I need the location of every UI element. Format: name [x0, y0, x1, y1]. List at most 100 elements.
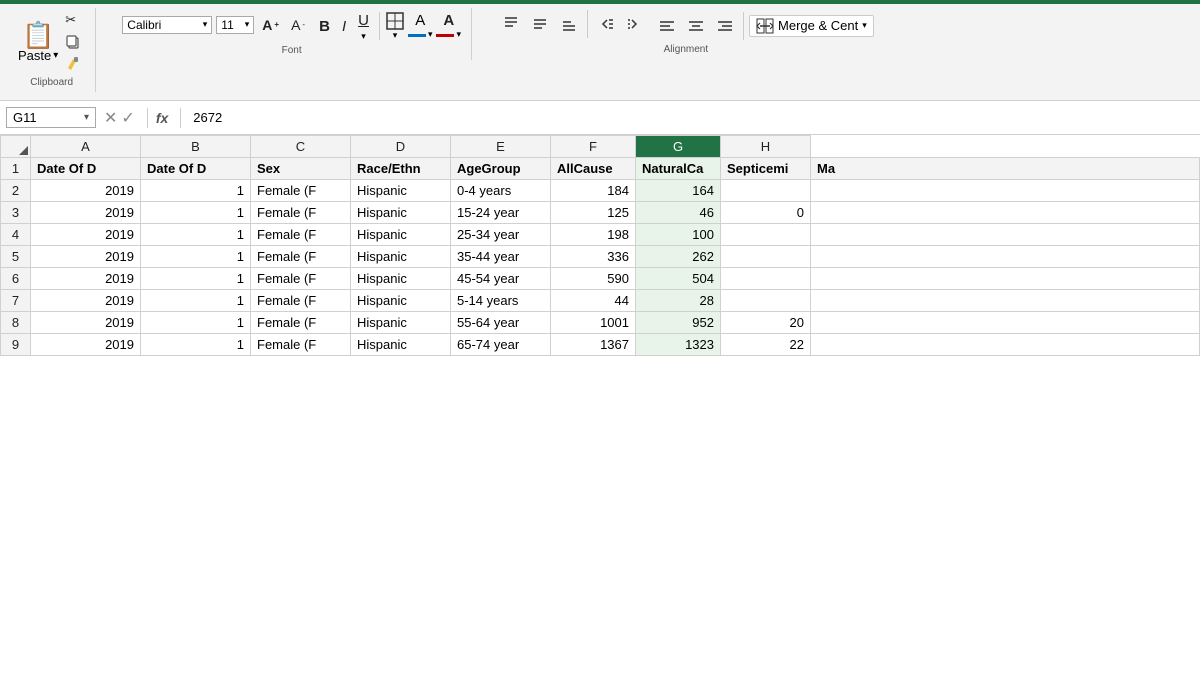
row-header-9[interactable]: 9: [1, 334, 31, 356]
row-header-2[interactable]: 2: [1, 180, 31, 202]
cell-E9[interactable]: 65-74 year: [451, 334, 551, 356]
col-header-B[interactable]: B: [141, 136, 251, 158]
align-bottom-button[interactable]: [556, 10, 582, 38]
cell-F5[interactable]: 336: [551, 246, 636, 268]
cell-H1[interactable]: Septicemi: [721, 158, 811, 180]
cell-G9[interactable]: 1323: [636, 334, 721, 356]
cell-A5[interactable]: 2019: [31, 246, 141, 268]
cell-G2[interactable]: 164: [636, 180, 721, 202]
cell-B4[interactable]: 1: [141, 224, 251, 246]
cell-D1[interactable]: Race/Ethn: [351, 158, 451, 180]
align-top-left-button[interactable]: [498, 10, 524, 38]
cell-F6[interactable]: 590: [551, 268, 636, 290]
cell-H6[interactable]: [721, 268, 811, 290]
cell-C4[interactable]: Female (F: [251, 224, 351, 246]
row-header-6[interactable]: 6: [1, 268, 31, 290]
cell-undefined8[interactable]: [811, 312, 1200, 334]
paste-dropdown-icon[interactable]: ▾: [53, 50, 58, 61]
col-header-H[interactable]: H: [721, 136, 811, 158]
underline-dropdown[interactable]: ▾: [361, 31, 366, 42]
cell-D5[interactable]: Hispanic: [351, 246, 451, 268]
cut-button[interactable]: ✂: [61, 10, 85, 30]
cell-C6[interactable]: Female (F: [251, 268, 351, 290]
cell-E6[interactable]: 45-54 year: [451, 268, 551, 290]
cell-D2[interactable]: Hispanic: [351, 180, 451, 202]
row-header-8[interactable]: 8: [1, 312, 31, 334]
align-left-button[interactable]: [654, 15, 680, 37]
italic-button[interactable]: I: [338, 16, 350, 37]
increase-font-button[interactable]: A+: [258, 15, 283, 35]
cell-A2[interactable]: 2019: [31, 180, 141, 202]
cell-C7[interactable]: Female (F: [251, 290, 351, 312]
copy-button[interactable]: [61, 32, 85, 52]
font-color-dropdown[interactable]: ▾: [456, 29, 461, 40]
cell-B9[interactable]: 1: [141, 334, 251, 356]
cell-F1[interactable]: AllCause: [551, 158, 636, 180]
cell-G7[interactable]: 28: [636, 290, 721, 312]
cell-D9[interactable]: Hispanic: [351, 334, 451, 356]
cell-F8[interactable]: 1001: [551, 312, 636, 334]
cell-reference-box[interactable]: G11 ▾: [6, 107, 96, 128]
cell-undefined5[interactable]: [811, 246, 1200, 268]
cell-undefined1[interactable]: Ma: [811, 158, 1200, 180]
cell-H9[interactable]: 22: [721, 334, 811, 356]
paste-button[interactable]: 📋 Paste ▾: [18, 22, 58, 63]
cell-E4[interactable]: 25-34 year: [451, 224, 551, 246]
formula-input[interactable]: [189, 108, 1194, 127]
cell-B6[interactable]: 1: [141, 268, 251, 290]
merge-dropdown[interactable]: ▾: [862, 20, 867, 31]
borders-button[interactable]: ▾: [386, 12, 404, 41]
cell-undefined3[interactable]: [811, 202, 1200, 224]
cell-H8[interactable]: 20: [721, 312, 811, 334]
cell-D3[interactable]: Hispanic: [351, 202, 451, 224]
cell-A6[interactable]: 2019: [31, 268, 141, 290]
col-header-G[interactable]: G: [636, 136, 721, 158]
cell-B8[interactable]: 1: [141, 312, 251, 334]
cell-G3[interactable]: 46: [636, 202, 721, 224]
cell-C9[interactable]: Female (F: [251, 334, 351, 356]
cell-D7[interactable]: Hispanic: [351, 290, 451, 312]
row-header-7[interactable]: 7: [1, 290, 31, 312]
confirm-icon[interactable]: ✓: [121, 108, 134, 128]
cell-D4[interactable]: Hispanic: [351, 224, 451, 246]
cell-H3[interactable]: 0: [721, 202, 811, 224]
cell-F3[interactable]: 125: [551, 202, 636, 224]
cell-G4[interactable]: 100: [636, 224, 721, 246]
cell-C2[interactable]: Female (F: [251, 180, 351, 202]
cell-F4[interactable]: 198: [551, 224, 636, 246]
cell-E2[interactable]: 0-4 years: [451, 180, 551, 202]
cell-G8[interactable]: 952: [636, 312, 721, 334]
cell-A7[interactable]: 2019: [31, 290, 141, 312]
cell-E5[interactable]: 35-44 year: [451, 246, 551, 268]
cell-H5[interactable]: [721, 246, 811, 268]
cell-C5[interactable]: Female (F: [251, 246, 351, 268]
decrease-indent-button[interactable]: [593, 10, 619, 38]
cell-B2[interactable]: 1: [141, 180, 251, 202]
cell-G1[interactable]: NaturalCa: [636, 158, 721, 180]
cell-E3[interactable]: 15-24 year: [451, 202, 551, 224]
cell-G6[interactable]: 504: [636, 268, 721, 290]
row-header-5[interactable]: 5: [1, 246, 31, 268]
cell-A8[interactable]: 2019: [31, 312, 141, 334]
increase-indent-button[interactable]: [622, 10, 648, 38]
align-right-button[interactable]: [712, 15, 738, 37]
cell-A4[interactable]: 2019: [31, 224, 141, 246]
cell-C8[interactable]: Female (F: [251, 312, 351, 334]
cancel-icon[interactable]: ✕: [104, 108, 117, 128]
cell-E1[interactable]: AgeGroup: [451, 158, 551, 180]
cell-B3[interactable]: 1: [141, 202, 251, 224]
font-name-dropdown[interactable]: Calibri ▾: [122, 16, 212, 34]
decrease-font-button[interactable]: A-: [287, 15, 309, 35]
cell-E7[interactable]: 5-14 years: [451, 290, 551, 312]
borders-dropdown[interactable]: ▾: [393, 30, 398, 41]
cell-F2[interactable]: 184: [551, 180, 636, 202]
cell-undefined2[interactable]: [811, 180, 1200, 202]
fill-color-dropdown[interactable]: ▾: [428, 29, 433, 40]
cell-B7[interactable]: 1: [141, 290, 251, 312]
align-center-button[interactable]: [527, 10, 553, 38]
underline-button[interactable]: U: [354, 10, 373, 31]
cell-C3[interactable]: Female (F: [251, 202, 351, 224]
font-size-dropdown[interactable]: 11 ▾: [216, 16, 254, 34]
font-color-button[interactable]: A ▾: [436, 12, 461, 40]
col-header-D[interactable]: D: [351, 136, 451, 158]
